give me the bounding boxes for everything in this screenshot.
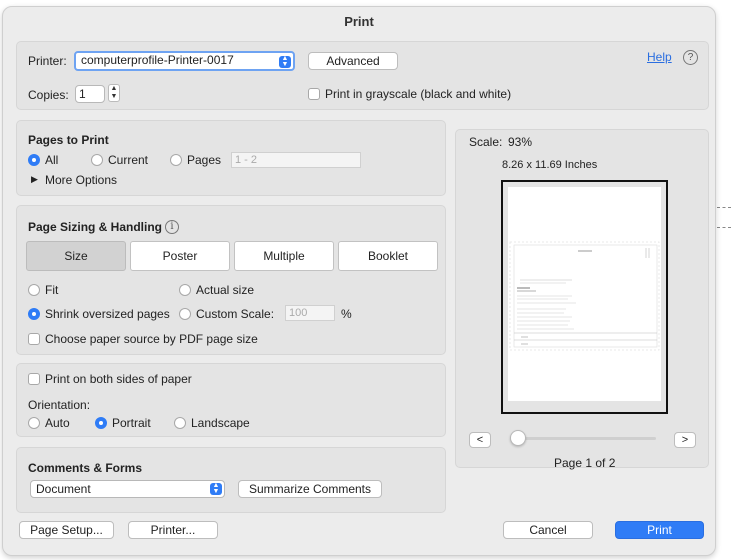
actual-size-radio[interactable] [179, 284, 191, 296]
page-preview-frame [501, 180, 668, 414]
cancel-button[interactable]: Cancel [503, 521, 593, 539]
page-sizing-panel: Page Sizing & Handling i Size Poster Mul… [16, 205, 446, 355]
tab-booklet[interactable]: Booklet [338, 241, 438, 271]
shrink-oversized-label: Shrink oversized pages [45, 307, 170, 321]
page-slider-thumb[interactable] [510, 430, 526, 446]
info-icon[interactable]: i [165, 220, 179, 234]
pages-range-label: Pages [187, 153, 222, 167]
grayscale-checkbox[interactable] [308, 88, 320, 100]
help-link[interactable]: Help [647, 50, 672, 64]
pages-to-print-panel: Pages to Print All Current Pages 1 - 2 ▶… [16, 120, 446, 196]
page-indicator: Page 1 of 2 [554, 456, 616, 470]
page-preview [508, 187, 661, 401]
pages-current-label: Current [108, 153, 149, 167]
orientation-panel: Print on both sides of paper Orientation… [16, 363, 446, 437]
comments-forms-panel: Comments & Forms Document ▲ ▼ Summarize C… [16, 447, 446, 513]
copies-stepper[interactable]: ▲ ▼ [108, 84, 120, 102]
updown-chevron-icon: ▲ ▼ [210, 482, 222, 495]
paper-source-checkbox[interactable] [28, 333, 40, 345]
summarize-comments-button[interactable]: Summarize Comments [238, 480, 382, 498]
more-options-toggle[interactable]: More Options [45, 173, 117, 187]
pages-to-print-title: Pages to Print [28, 133, 109, 147]
custom-scale-radio[interactable] [179, 308, 191, 320]
orientation-landscape-radio[interactable] [174, 417, 186, 429]
advanced-button[interactable]: Advanced [308, 52, 398, 70]
page-range-field[interactable]: 1 - 2 [231, 152, 361, 168]
dialog-title: Print [344, 14, 374, 29]
orientation-landscape-label: Landscape [191, 416, 250, 430]
disclosure-triangle-icon[interactable]: ▶ [31, 174, 38, 185]
actual-size-label: Actual size [196, 283, 255, 297]
pages-all-radio[interactable] [28, 154, 40, 166]
printer-panel: Printer: computerprofile-Printer-0017 ▲ ▼… [16, 41, 709, 110]
grayscale-label: Print in grayscale (black and white) [325, 87, 512, 101]
page-dimensions: 8.26 x 11.69 Inches [502, 159, 598, 171]
pages-all-label: All [45, 153, 59, 167]
help-icon[interactable]: ? [683, 50, 698, 65]
pages-current-radio[interactable] [91, 154, 103, 166]
percent-label: % [341, 307, 352, 321]
page-sizing-title: Page Sizing & Handling [28, 220, 163, 234]
copies-label: Copies: [28, 88, 69, 102]
updown-chevron-icon: ▲ ▼ [279, 55, 291, 68]
page-preview-thumbnail [509, 241, 660, 351]
orientation-portrait-radio[interactable] [95, 417, 107, 429]
page-slider-track[interactable] [511, 437, 656, 440]
custom-scale-field[interactable]: 100 [285, 305, 335, 321]
printer-select[interactable]: computerprofile-Printer-0017 ▲ ▼ [74, 51, 295, 71]
paper-source-label: Choose paper source by PDF page size [45, 332, 258, 346]
background-dashed-line [717, 227, 731, 228]
printer-label: Printer: [28, 54, 67, 68]
scale-value: 93% [508, 135, 533, 149]
shrink-oversized-radio[interactable] [28, 308, 40, 320]
page-setup-button[interactable]: Page Setup... [19, 521, 114, 539]
scale-label: Scale: [469, 135, 503, 149]
orientation-label: Orientation: [28, 398, 91, 412]
orientation-portrait-label: Portrait [112, 416, 151, 430]
comments-forms-title: Comments & Forms [28, 461, 143, 475]
preview-panel: Scale: 93% 8.26 x 11.69 Inches < > Page … [455, 129, 709, 470]
pages-range-radio[interactable] [170, 154, 182, 166]
orientation-auto-label: Auto [45, 416, 70, 430]
copies-field[interactable]: 1 [75, 85, 105, 103]
orientation-auto-radio[interactable] [28, 417, 40, 429]
printer-button[interactable]: Printer... [128, 521, 218, 539]
next-page-button[interactable]: > [674, 432, 696, 448]
print-dialog: Print Printer: computerprofile-Printer-0… [2, 6, 716, 556]
custom-scale-label: Custom Scale: [196, 307, 275, 321]
tab-poster[interactable]: Poster [130, 241, 230, 271]
comments-forms-select[interactable]: Document ▲ ▼ [30, 480, 225, 498]
printer-select-value: computerprofile-Printer-0017 [81, 53, 234, 67]
background-dashed-line [717, 207, 731, 208]
fit-label: Fit [45, 283, 59, 297]
both-sides-checkbox[interactable] [28, 373, 40, 385]
print-button[interactable]: Print [615, 521, 704, 539]
fit-radio[interactable] [28, 284, 40, 296]
both-sides-label: Print on both sides of paper [45, 372, 192, 386]
tab-multiple[interactable]: Multiple [234, 241, 334, 271]
comments-forms-value: Document [36, 482, 91, 496]
tab-size[interactable]: Size [26, 241, 126, 271]
previous-page-button[interactable]: < [469, 432, 491, 448]
